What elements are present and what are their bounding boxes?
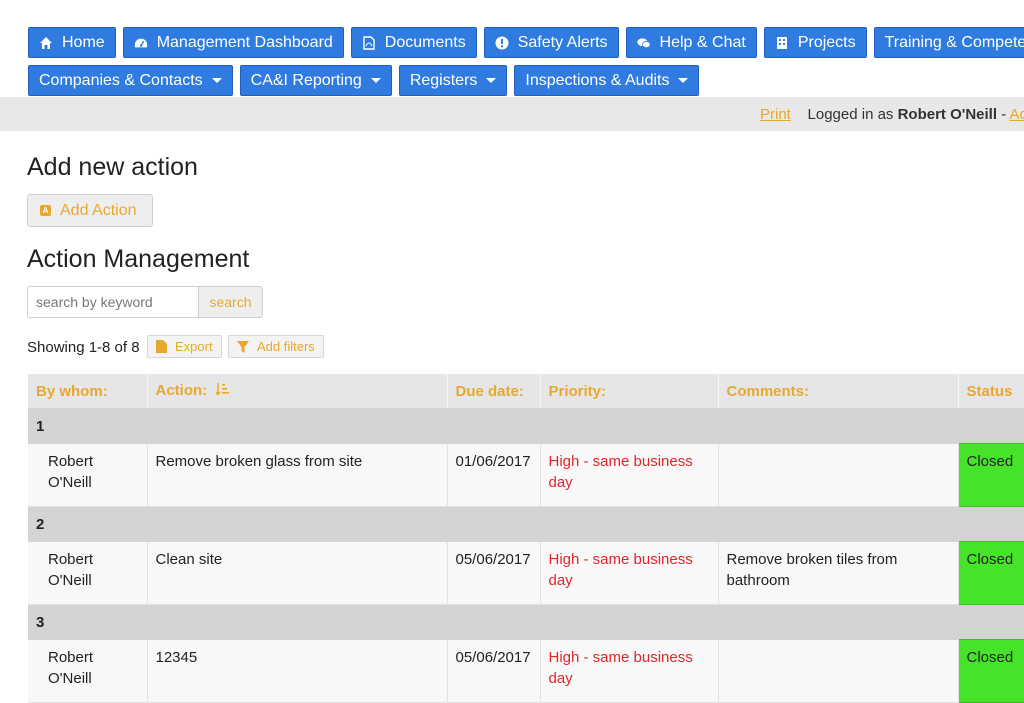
cell-due-date: 01/06/2017: [447, 443, 541, 507]
cell-priority: High - same business day: [540, 639, 719, 703]
add-action-label: Add Action: [60, 201, 137, 219]
cell-action: 12345: [147, 639, 448, 703]
table-group-row: 2: [28, 506, 1024, 542]
table-row[interactable]: Robert O'Neill 12345 05/06/2017 High - s…: [28, 639, 1024, 703]
nav-training-label: Training & Competency: [884, 33, 1024, 51]
table-row[interactable]: Robert O'Neill Remove broken glass from …: [28, 443, 1024, 507]
cell-comments: [718, 639, 959, 703]
export-label: Export: [175, 339, 213, 354]
file-icon: [156, 340, 167, 353]
nav-help-chat-button[interactable]: Help & Chat: [625, 27, 757, 58]
nav-management-dashboard-button[interactable]: Management Dashboard: [122, 27, 344, 58]
search-button[interactable]: search: [198, 286, 263, 318]
nav-cai-reporting-dropdown[interactable]: CA&I Reporting: [239, 65, 392, 96]
action-management-heading: Action Management: [27, 245, 250, 273]
nav-inspections-audits-dropdown[interactable]: Inspections & Audits: [514, 65, 700, 96]
document-icon: [362, 35, 376, 50]
group-label: 3: [28, 604, 1024, 640]
table-group-row: 3: [28, 604, 1024, 640]
nav-row-secondary: Companies & Contacts CA&I Reporting Regi…: [28, 65, 700, 96]
logged-in-user: Robert O'Neill: [897, 106, 998, 123]
user-bar-separator: -: [1001, 106, 1007, 123]
group-label: 2: [28, 506, 1024, 542]
caret-down-icon: [211, 78, 222, 83]
home-icon: [39, 36, 53, 50]
cell-comments: [718, 443, 959, 507]
filter-icon: [237, 340, 249, 353]
cell-comments: Remove broken tiles from bathroom: [718, 541, 959, 605]
add-action-heading: Add new action: [27, 153, 198, 181]
add-filters-label: Add filters: [257, 339, 315, 354]
add-filters-button[interactable]: Add filters: [228, 335, 324, 358]
dashboard-icon: [134, 36, 148, 50]
nav-registers-dropdown[interactable]: Registers: [398, 65, 508, 96]
nav-registers-label: Registers: [409, 71, 478, 89]
print-link[interactable]: Print: [760, 106, 791, 123]
logged-in-prefix: Logged in as: [807, 106, 894, 123]
search-bar: search: [27, 286, 263, 318]
cell-action: Remove broken glass from site: [147, 443, 448, 507]
nav-safety-alerts-button[interactable]: Safety Alerts: [483, 27, 619, 58]
search-input[interactable]: [27, 286, 198, 318]
nav-management-dashboard-label: Management Dashboard: [156, 33, 333, 51]
nav-row-primary: Home Management Dashboard Documents Safe…: [28, 27, 1024, 58]
nav-home-label: Home: [62, 33, 105, 51]
nav-training-button[interactable]: Training & Competency: [873, 27, 1024, 58]
table-header-row: By whom: Action: Due date: Priority: Com…: [28, 374, 1024, 409]
sort-ascending-icon[interactable]: [215, 382, 230, 400]
table-row[interactable]: Robert O'Neill Clean site 05/06/2017 Hig…: [28, 541, 1024, 605]
col-header-action-label: Action:: [155, 381, 208, 399]
building-icon: [775, 36, 789, 50]
col-header-priority[interactable]: Priority:: [540, 374, 719, 409]
col-header-comments[interactable]: Comments:: [718, 374, 959, 409]
cell-due-date: 05/06/2017: [447, 639, 541, 703]
caret-down-icon: [678, 78, 689, 83]
add-action-icon: A: [40, 205, 51, 216]
caret-down-icon: [370, 78, 381, 83]
nav-cai-reporting-label: CA&I Reporting: [250, 71, 362, 89]
export-button[interactable]: Export: [147, 335, 222, 358]
cell-priority: High - same business day: [540, 541, 719, 605]
cell-status: Closed: [957, 639, 1024, 703]
results-count: Showing 1-8 of 8: [27, 339, 140, 356]
nav-projects-button[interactable]: Projects: [763, 27, 867, 58]
nav-projects-label: Projects: [797, 33, 856, 51]
col-header-by-whom[interactable]: By whom:: [28, 374, 148, 409]
cell-action: Clean site: [147, 541, 448, 605]
nav-inspections-audits-label: Inspections & Audits: [525, 71, 670, 89]
nav-safety-alerts-label: Safety Alerts: [517, 33, 608, 51]
main-navigation: Home Management Dashboard Documents Safe…: [0, 0, 1024, 100]
nav-documents-button[interactable]: Documents: [350, 27, 477, 58]
cell-by-whom: Robert O'Neill: [28, 443, 148, 507]
cell-by-whom: Robert O'Neill: [28, 541, 148, 605]
nav-documents-label: Documents: [384, 33, 466, 51]
caret-down-icon: [486, 78, 497, 83]
col-header-status[interactable]: Status: [958, 374, 1024, 409]
nav-help-chat-label: Help & Chat: [659, 33, 746, 51]
cell-status: Closed: [957, 443, 1024, 507]
col-header-due-date[interactable]: Due date:: [447, 374, 541, 409]
nav-companies-contacts-dropdown[interactable]: Companies & Contacts: [28, 65, 233, 96]
alert-icon: [495, 36, 509, 50]
cell-due-date: 05/06/2017: [447, 541, 541, 605]
cell-by-whom: Robert O'Neill: [28, 639, 148, 703]
nav-companies-contacts-label: Companies & Contacts: [39, 71, 203, 89]
cell-status: Closed: [957, 541, 1024, 605]
chat-icon: [636, 36, 651, 50]
cell-priority: High - same business day: [540, 443, 719, 507]
group-label: 1: [28, 408, 1024, 444]
table-group-row: 1: [28, 408, 1024, 444]
add-action-button[interactable]: A Add Action: [27, 194, 153, 227]
account-link[interactable]: Account: [1010, 106, 1024, 123]
col-header-action[interactable]: Action:: [147, 374, 448, 409]
nav-home-button[interactable]: Home: [28, 27, 116, 58]
user-bar: Print Logged in as Robert O'Neill - Acco…: [0, 97, 1024, 131]
actions-table: By whom: Action: Due date: Priority: Com…: [28, 374, 1024, 703]
